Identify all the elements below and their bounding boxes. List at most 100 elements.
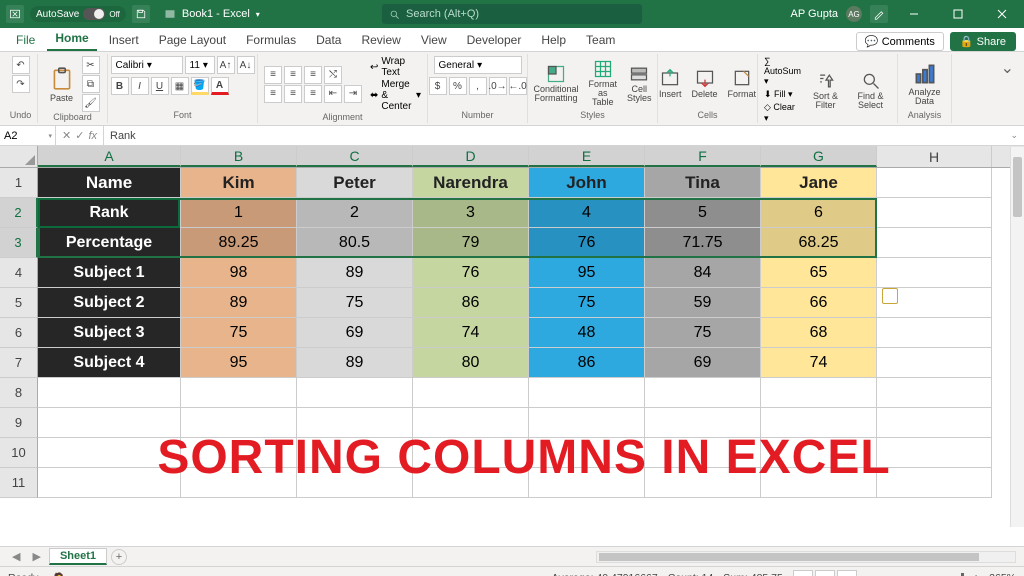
comments-button[interactable]: 💬 Comments [856,32,944,51]
cell-A11[interactable] [38,468,181,498]
conditional-formatting-button[interactable]: Conditional Formatting [530,63,581,104]
cell-F11[interactable] [645,468,761,498]
percent-button[interactable]: % [449,77,467,95]
cell-B2[interactable]: 1 [181,198,297,228]
cell-C8[interactable] [297,378,413,408]
cell-G3[interactable]: 68.25 [761,228,877,258]
cell-D2[interactable]: 3 [413,198,529,228]
cell-B6[interactable]: 75 [181,318,297,348]
cell-D4[interactable]: 76 [413,258,529,288]
cancel-formula-icon[interactable]: ✕ [62,129,71,142]
cell-E9[interactable] [529,408,645,438]
tab-team[interactable]: Team [578,29,623,51]
search-input[interactable]: Search (Alt+Q) [382,4,642,24]
cell-F2[interactable]: 5 [645,198,761,228]
minimize-button[interactable] [896,2,932,26]
cell-D6[interactable]: 74 [413,318,529,348]
select-all-corner[interactable] [0,146,38,167]
column-header-C[interactable]: C [297,146,413,167]
quick-analysis-icon[interactable] [882,288,898,304]
cell-H10[interactable] [877,438,992,468]
cell-E5[interactable]: 75 [529,288,645,318]
undo-button[interactable]: ↶ [12,56,30,74]
tab-review[interactable]: Review [353,29,408,51]
underline-button[interactable]: U [151,77,169,95]
column-header-B[interactable]: B [181,146,297,167]
cell-F6[interactable]: 75 [645,318,761,348]
shrink-font-button[interactable]: A↓ [237,56,255,74]
cell-E11[interactable] [529,468,645,498]
view-page-break-button[interactable] [837,570,857,576]
cell-F9[interactable] [645,408,761,438]
user-avatar[interactable]: AG [846,6,862,22]
cell-F10[interactable] [645,438,761,468]
row-header-11[interactable]: 11 [0,468,38,498]
cell-D9[interactable] [413,408,529,438]
close-button[interactable] [984,2,1020,26]
column-header-D[interactable]: D [413,146,529,167]
cell-C9[interactable] [297,408,413,438]
cell-D7[interactable]: 80 [413,348,529,378]
cell-F8[interactable] [645,378,761,408]
paste-button[interactable]: Paste [46,65,78,104]
align-top-button[interactable]: ≡ [264,66,282,84]
cell-H4[interactable] [877,258,992,288]
fill-color-button[interactable]: 🪣 [191,77,209,95]
column-header-A[interactable]: A [38,146,181,167]
cell-C2[interactable]: 2 [297,198,413,228]
cell-E6[interactable]: 48 [529,318,645,348]
cell-styles-button[interactable]: Cell Styles [624,63,655,104]
clear-button[interactable]: ◇ Clear ▾ [764,102,801,124]
tab-home[interactable]: Home [47,27,96,51]
maximize-button[interactable] [940,2,976,26]
cell-A2[interactable]: Rank [38,198,181,228]
tab-view[interactable]: View [413,29,455,51]
merge-center-button[interactable]: ⬌ Merge & Center ▾ [370,79,421,112]
row-header-7[interactable]: 7 [0,348,38,378]
cut-button[interactable]: ✂ [82,56,100,74]
sheet-tab-sheet1[interactable]: Sheet1 [49,548,107,565]
format-as-table-button[interactable]: Format as Table [586,58,621,108]
row-header-1[interactable]: 1 [0,168,38,198]
copy-button[interactable]: ⧉ [82,75,100,93]
cell-B4[interactable]: 98 [181,258,297,288]
cell-A4[interactable]: Subject 1 [38,258,181,288]
cell-H2[interactable] [877,198,992,228]
collapse-ribbon-button[interactable]: ⌄ [995,54,1020,123]
cell-G10[interactable] [761,438,877,468]
fill-button[interactable]: ⬇ Fill ▾ [764,89,801,100]
sort-filter-button[interactable]: Sort & Filter [807,70,844,111]
cell-C5[interactable]: 75 [297,288,413,318]
indent-inc-button[interactable]: ⇥ [344,85,362,103]
row-header-4[interactable]: 4 [0,258,38,288]
cell-A7[interactable]: Subject 4 [38,348,181,378]
cell-G9[interactable] [761,408,877,438]
cell-A10[interactable] [38,438,181,468]
cell-G6[interactable]: 68 [761,318,877,348]
cell-D8[interactable] [413,378,529,408]
dec-decimal-button[interactable]: ←.0 [509,77,527,95]
font-size-select[interactable]: 11 ▾ [185,56,215,74]
italic-button[interactable]: I [131,77,149,95]
cell-H11[interactable] [877,468,992,498]
tab-insert[interactable]: Insert [101,29,147,51]
column-header-F[interactable]: F [645,146,761,167]
insert-cells-button[interactable]: Insert [656,67,685,100]
cell-C4[interactable]: 89 [297,258,413,288]
row-header-10[interactable]: 10 [0,438,38,468]
cell-A9[interactable] [38,408,181,438]
zoom-out-button[interactable]: − [867,572,873,576]
user-name[interactable]: AP Gupta [791,8,839,20]
grow-font-button[interactable]: A↑ [217,56,235,74]
tab-developer[interactable]: Developer [459,29,530,51]
tab-data[interactable]: Data [308,29,349,51]
cell-G4[interactable]: 65 [761,258,877,288]
cell-C3[interactable]: 80.5 [297,228,413,258]
cell-G7[interactable]: 74 [761,348,877,378]
cell-E8[interactable] [529,378,645,408]
cell-C10[interactable] [297,438,413,468]
name-box[interactable]: A2▾ [0,126,56,145]
expand-formula-bar-icon[interactable]: ⌄ [1010,130,1018,141]
cell-G2[interactable]: 6 [761,198,877,228]
currency-button[interactable]: $ [429,77,447,95]
